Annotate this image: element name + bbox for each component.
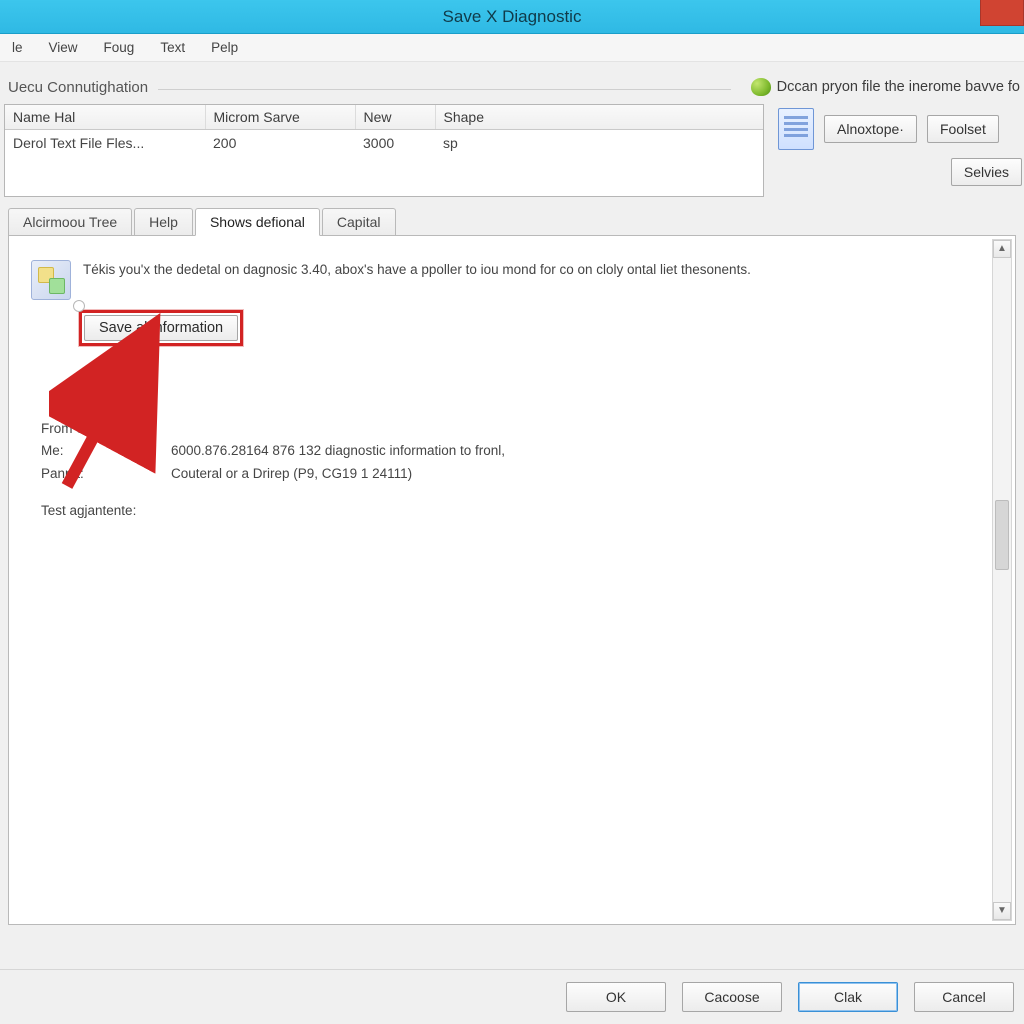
intro-row: Tékis you'x the dedetal on dagnosic 3.40… [31, 254, 993, 300]
menu-item-foug[interactable]: Foug [96, 37, 143, 58]
selvies-button[interactable]: Selvies [951, 158, 1022, 186]
save-all-highlight: Save al information [79, 310, 243, 346]
cacoose-button[interactable]: Cacoose [682, 982, 782, 1012]
section-right: Dccan pryon file the inerome bavve fo [751, 78, 1020, 96]
upper-pane: Name Hal Microm Sarve New Shape Derol Te… [4, 104, 1020, 197]
panpa-label: Panpa: [41, 463, 171, 486]
info-block: From Saspa: Me: 6000.876.28164 876 132 d… [41, 418, 993, 524]
panpa-value: Couteral or a Drirep (P9, CG19 1 24111) [171, 463, 412, 486]
close-button[interactable] [980, 0, 1024, 26]
bug-icon [751, 78, 771, 96]
content-scrollbar[interactable]: ▲ ▼ [992, 239, 1012, 921]
window-title: Save X Diagnostic [443, 7, 582, 27]
col-new[interactable]: New [355, 105, 435, 130]
menu-item-file[interactable]: le [4, 37, 31, 58]
client-area: Uecu Connutighation Dccan pryon file the… [0, 62, 1024, 969]
cell-name: Derol Text File Fles... [5, 130, 205, 156]
tab-help[interactable]: Help [134, 208, 193, 235]
tab-bar: Alcirmoou Tree Help Shows defional Capit… [8, 207, 1020, 235]
title-bar: Save X Diagnostic [0, 0, 1024, 34]
section-right-text: Dccan pryon file the inerome bavve fo [777, 79, 1020, 95]
table-row[interactable]: Derol Text File Fles... 200 3000 sp [5, 130, 763, 156]
tab-shows-defional[interactable]: Shows defional [195, 208, 320, 236]
content-frame: Tékis you'x the dedetal on dagnosic 3.40… [8, 235, 1016, 925]
radio-icon[interactable] [73, 300, 85, 312]
alnoxtope-button[interactable]: Alnoxtope· [824, 115, 917, 143]
col-shape[interactable]: Shape [435, 105, 763, 130]
clak-button[interactable]: Clak [798, 982, 898, 1012]
cell-shape: sp [435, 130, 763, 156]
content-inner: Tékis you'x the dedetal on dagnosic 3.40… [9, 236, 1015, 924]
menu-item-text[interactable]: Text [152, 37, 193, 58]
scroll-up-button[interactable]: ▲ [993, 240, 1011, 258]
section-rule [158, 89, 730, 90]
table-header-row: Name Hal Microm Sarve New Shape [5, 105, 763, 130]
side-buttons: Alnoxtope· Foolset Selvies [778, 104, 1020, 186]
footer-bar: OK Cacoose Clak Cancel [0, 969, 1024, 1024]
table-empty-row [5, 156, 763, 196]
config-table[interactable]: Name Hal Microm Sarve New Shape Derol Te… [4, 104, 764, 197]
tab-capital[interactable]: Capital [322, 208, 396, 235]
scroll-down-button[interactable]: ▼ [993, 902, 1011, 920]
section-header-row: Uecu Connutighation Dccan pryon file the… [8, 78, 1020, 96]
from-label: From Saspa: [41, 418, 171, 441]
save-all-information-button[interactable]: Save al information [84, 315, 238, 341]
ok-button[interactable]: OK [566, 982, 666, 1012]
menu-bar: le View Foug Text Pelp [0, 34, 1024, 62]
tab-alcirmoou-tree[interactable]: Alcirmoou Tree [8, 208, 132, 235]
me-value: 6000.876.28164 876 132 diagnostic inform… [171, 440, 505, 463]
menu-item-pelp[interactable]: Pelp [203, 37, 246, 58]
col-microm[interactable]: Microm Sarve [205, 105, 355, 130]
test-label: Test agjantente: [41, 500, 993, 523]
menu-item-view[interactable]: View [41, 37, 86, 58]
me-label: Me: [41, 440, 171, 463]
cancel-button[interactable]: Cancel [914, 982, 1014, 1012]
cell-microm: 200 [205, 130, 355, 156]
foolset-button[interactable]: Foolset [927, 115, 999, 143]
col-name[interactable]: Name Hal [5, 105, 205, 130]
section-label: Uecu Connutighation [8, 79, 148, 96]
diagnostic-icon [31, 260, 71, 300]
document-icon [778, 108, 814, 150]
intro-text: Tékis you'x the dedetal on dagnosic 3.40… [83, 254, 751, 280]
cell-new: 3000 [355, 130, 435, 156]
scroll-thumb[interactable] [995, 500, 1009, 570]
